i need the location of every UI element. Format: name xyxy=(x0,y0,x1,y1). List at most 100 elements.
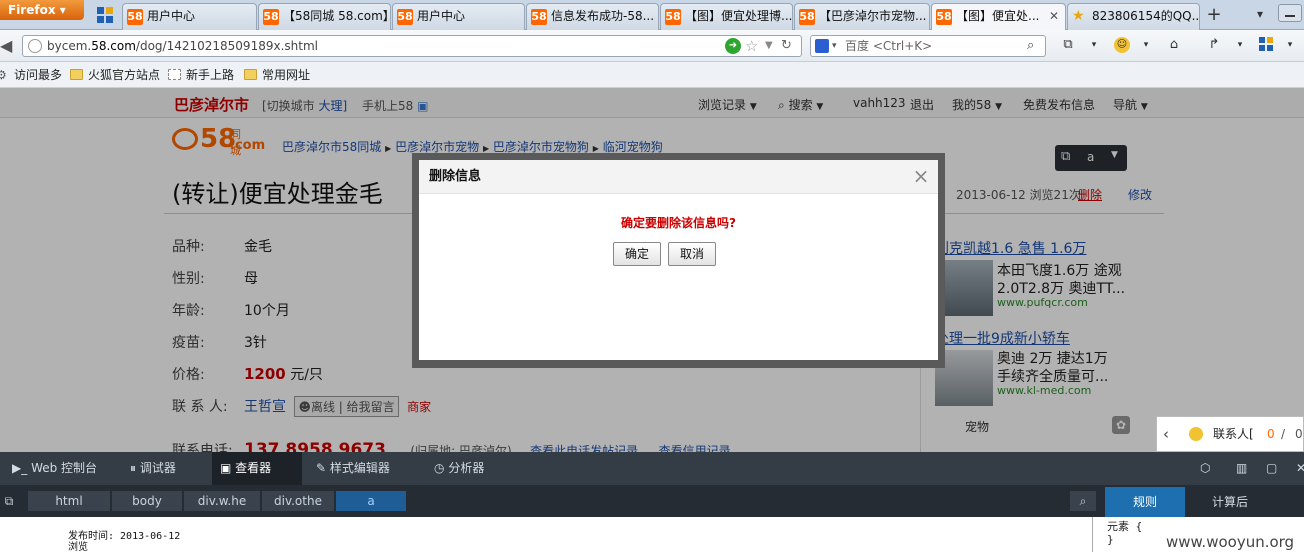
devtools-options-icon[interactable]: ▥ xyxy=(1228,452,1255,485)
tab[interactable]: 58 用户中心 xyxy=(392,3,525,30)
devtools-dock-icon[interactable]: ▢ xyxy=(1258,452,1285,485)
reload-icon[interactable]: ↻ xyxy=(781,36,792,56)
tab[interactable]: 58 【巴彦淖尔市宠物... xyxy=(794,3,930,30)
favicon-58-icon: 58 xyxy=(665,9,681,25)
search-icon[interactable]: ⌕ xyxy=(1070,491,1096,511)
devtools-tab-style-editor[interactable]: ✎ 样式编辑器 xyxy=(308,452,398,485)
history-dropdown-icon[interactable]: ▼ xyxy=(765,36,773,56)
url-path: /dog/14210218509189x.shtml xyxy=(135,39,318,53)
devtools-tab-console[interactable]: ▶_ Web 控制台 xyxy=(4,452,105,485)
bookmark-item[interactable]: 新手上路 xyxy=(168,62,234,88)
dialog-message: 确定要删除该信息吗? xyxy=(621,216,736,230)
smiley-icon xyxy=(1189,427,1203,441)
favicon-58-icon: 58 xyxy=(263,9,279,25)
tab[interactable]: 58 信息发布成功-58... xyxy=(526,3,659,30)
dialog-title: 删除信息 xyxy=(429,169,482,184)
dropdown-icon[interactable]: ▾ xyxy=(1232,37,1248,53)
share-icon[interactable]: ↱ xyxy=(1206,37,1222,53)
source-line: 浏览 xyxy=(68,542,88,552)
tab-label: 【巴彦淖尔市宠物... xyxy=(819,9,927,23)
delete-dialog: 删除信息 × 确定要删除该信息吗? 确定 取消 xyxy=(419,160,938,360)
chat-widget[interactable]: ‹ 联系人[ 0 / 0 xyxy=(1156,416,1304,452)
breadcrumb-node[interactable]: body xyxy=(112,491,182,511)
clock-icon: ◷ xyxy=(434,461,445,475)
minimize-icon[interactable] xyxy=(1278,4,1302,22)
devtools-close-icon[interactable]: ✕ xyxy=(1288,452,1304,485)
search-engine-dropdown-icon[interactable]: ▾ xyxy=(832,36,837,56)
bookmarks-toolbar: ⚙ 访问最多 火狐官方站点 新手上路 常用网址 xyxy=(0,62,1304,88)
baidu-icon xyxy=(815,39,829,53)
screenshot-tool-icon[interactable]: ⧉ xyxy=(1060,37,1076,53)
dropdown-icon[interactable]: ▾ xyxy=(1086,37,1102,53)
console-icon: ▶_ xyxy=(12,461,28,475)
dropdown-icon[interactable]: ▾ xyxy=(1138,37,1154,53)
url-prefix: bycem. xyxy=(47,39,92,53)
breadcrumb-node[interactable]: div.othe xyxy=(262,491,334,511)
chevron-left-icon[interactable]: ‹ xyxy=(1163,417,1169,451)
tab[interactable]: ★ 823806154的QQ... xyxy=(1067,3,1200,30)
dropdown-icon[interactable]: ▾ xyxy=(1282,37,1298,53)
go-icon[interactable]: ➜ xyxy=(725,38,741,54)
tab[interactable]: 58 用户中心 xyxy=(122,3,257,30)
close-icon[interactable]: × xyxy=(910,164,932,188)
tab-label: 用户中心 xyxy=(147,9,196,23)
devtools-3d-icon[interactable]: ⬡ xyxy=(1192,452,1218,485)
devtools-tab-debugger[interactable]: ⏸ 调试器 xyxy=(122,452,184,485)
pause-icon: ⏸ xyxy=(130,461,137,475)
favicon-58-icon: 58 xyxy=(799,9,815,25)
devtools-tab-label: 调试器 xyxy=(139,461,176,475)
bookmark-label: 新手上路 xyxy=(186,68,235,82)
apps-icon[interactable] xyxy=(1258,37,1274,53)
cancel-button[interactable]: 取消 xyxy=(668,242,716,266)
confirm-button[interactable]: 确定 xyxy=(613,242,661,266)
firefox-menu-button[interactable]: Firefox ▾ xyxy=(0,0,84,20)
tab-label: 信息发布成功-58... xyxy=(551,9,655,23)
close-tab-icon[interactable]: ✕ xyxy=(1049,4,1059,28)
favicon-58-icon: 58 xyxy=(936,9,952,25)
tab-label: 用户中心 xyxy=(417,9,466,23)
search-placeholder: 百度 <Ctrl+K> xyxy=(845,39,933,53)
chat-label: 联系人[ xyxy=(1213,427,1254,441)
bookmark-item[interactable]: 常用网址 xyxy=(244,62,310,88)
devtools-tab-profiler[interactable]: ◷ 分析器 xyxy=(426,452,492,485)
tab-list-icon[interactable]: ▾ xyxy=(1250,4,1270,24)
tab[interactable]: 58 【58同城 58.com】... xyxy=(258,3,391,30)
tab-label: 【58同城 58.com】... xyxy=(283,9,390,23)
devtools-tab-label: 分析器 xyxy=(448,461,485,475)
devtools-tab-label: 样式编辑器 xyxy=(329,461,390,475)
bookmark-star-icon[interactable]: ☆ xyxy=(745,36,758,56)
chat-separator: / xyxy=(1281,427,1286,441)
tab-label: 【图】便宜处理博... xyxy=(685,9,793,23)
bookmark-label: 火狐官方站点 xyxy=(88,68,161,82)
tab-active[interactable]: 58 【图】便宜处... ✕ xyxy=(931,3,1066,30)
favicon-58-icon: 58 xyxy=(127,9,143,25)
computed-tab[interactable]: 计算后 xyxy=(1190,487,1270,517)
rules-tab[interactable]: 规则 xyxy=(1105,487,1185,517)
breadcrumb-node-selected[interactable]: a xyxy=(336,491,406,511)
bookmark-label: 常用网址 xyxy=(262,68,311,82)
devtools-tab-label: 查看器 xyxy=(235,461,272,475)
rule-line: 元素 { xyxy=(1107,520,1143,533)
bookmark-label: 访问最多 xyxy=(14,68,63,82)
folder-icon xyxy=(244,69,257,80)
search-icon[interactable]: ⌕ xyxy=(1027,36,1034,56)
tab-label: 【图】便宜处... xyxy=(956,9,1040,23)
back-icon[interactable]: ◀ xyxy=(0,35,20,57)
search-input[interactable]: ▾ 百度 <Ctrl+K> ⌕ xyxy=(810,35,1046,57)
breadcrumb-node[interactable]: div.w.he xyxy=(184,491,260,511)
tab[interactable]: 58 【图】便宜处理博... xyxy=(660,3,793,30)
pick-element-icon[interactable]: ⧉ xyxy=(0,491,18,511)
home-icon[interactable]: ⌂ xyxy=(1166,37,1182,53)
favicon-58-icon: 58 xyxy=(531,9,547,25)
bookmark-item[interactable]: 火狐官方站点 xyxy=(70,62,160,88)
gear-icon: ⚙ xyxy=(0,68,7,82)
devtools-tab-inspector[interactable]: ▣ 查看器 xyxy=(212,452,302,485)
url-bar[interactable]: bycem.58.com/dog/14210218509189x.shtml ➜… xyxy=(22,35,802,57)
bookmark-item[interactable]: ⚙ 访问最多 xyxy=(0,62,62,88)
new-tab-button[interactable]: + xyxy=(1203,5,1225,27)
smiley-addon-icon[interactable]: ☺ xyxy=(1114,37,1130,53)
watermark: www.wooyun.org xyxy=(1166,533,1295,551)
tab-groups-icon[interactable] xyxy=(96,6,114,24)
pencil-icon: ✎ xyxy=(316,461,327,475)
breadcrumb-node[interactable]: html xyxy=(28,491,110,511)
